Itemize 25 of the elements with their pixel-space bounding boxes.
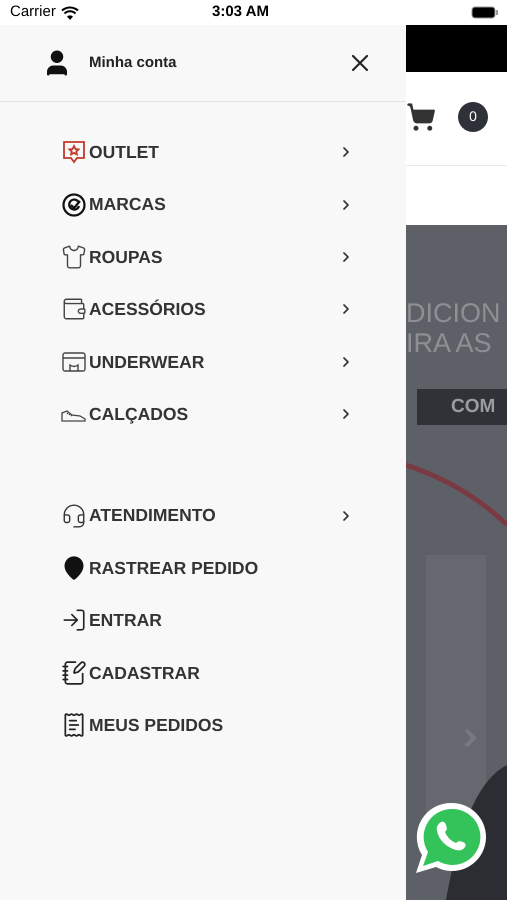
menu-item[interactable]: CALÇADOS (0, 388, 406, 440)
menu-item[interactable]: ATENDIMENTO (0, 489, 406, 542)
account-link[interactable]: Minha conta (89, 52, 177, 74)
badge-icon (61, 192, 87, 218)
menu-item[interactable]: MEUS PEDIDOS (0, 698, 406, 752)
carrier-label: Carrier (10, 2, 56, 22)
menu-item[interactable]: MARCAS (0, 178, 406, 231)
cart-icon[interactable] (406, 102, 436, 132)
shirt-icon (61, 244, 87, 270)
time-label: 3:03 AM (212, 2, 269, 22)
menu-item[interactable]: ROUPAS (0, 230, 406, 284)
menu-item[interactable]: ENTRAR (0, 594, 406, 647)
wifi-icon (60, 6, 79, 20)
cart-count-badge: 0 (458, 102, 488, 132)
menu-item[interactable]: ACESSÓRIOS (0, 283, 406, 336)
headset-icon (61, 502, 87, 529)
login-icon (61, 607, 87, 634)
menu-item[interactable]: RASTREAR PEDIDO (0, 542, 406, 594)
wallet-icon (61, 296, 87, 322)
menu-item[interactable]: CADASTRAR (0, 646, 406, 699)
menu-item[interactable]: OUTLET (0, 126, 406, 178)
star-tag-icon (61, 139, 87, 166)
battery-icon (471, 6, 499, 19)
form-pen-icon (61, 660, 87, 686)
menu-item[interactable]: UNDERWEAR (0, 336, 406, 388)
